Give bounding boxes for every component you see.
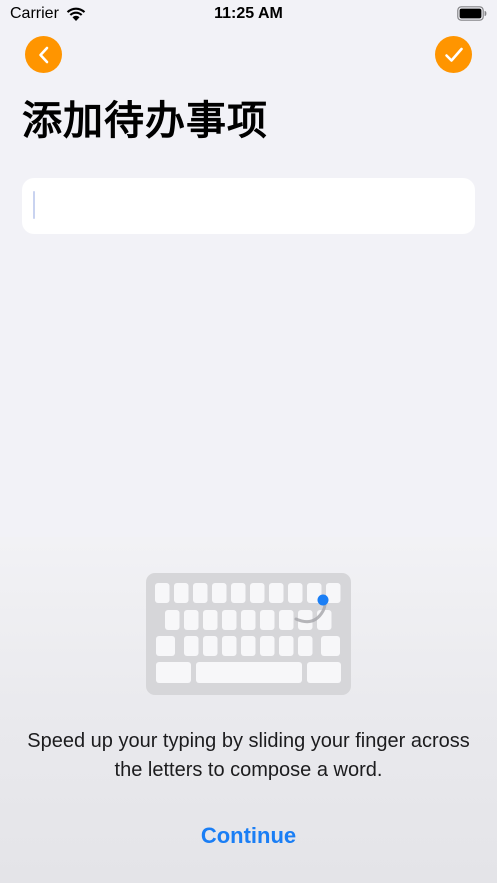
back-button[interactable]	[25, 36, 62, 73]
todo-input-container[interactable]	[22, 178, 475, 234]
page-title: 添加待办事项	[22, 99, 268, 143]
swipe-keyboard-icon	[146, 573, 351, 695]
status-bar: Carrier 11:25 AM	[0, 0, 497, 30]
done-button[interactable]	[435, 36, 472, 73]
todo-input[interactable]	[22, 178, 475, 234]
clock: 11:25 AM	[214, 5, 283, 22]
continue-button[interactable]: Continue	[179, 823, 319, 849]
chevron-left-icon	[38, 46, 48, 63]
text-caret	[33, 191, 35, 219]
checkmark-icon	[444, 47, 463, 62]
onboarding-message: Speed up your typing by sliding your fin…	[27, 730, 470, 781]
battery-icon	[457, 6, 487, 21]
